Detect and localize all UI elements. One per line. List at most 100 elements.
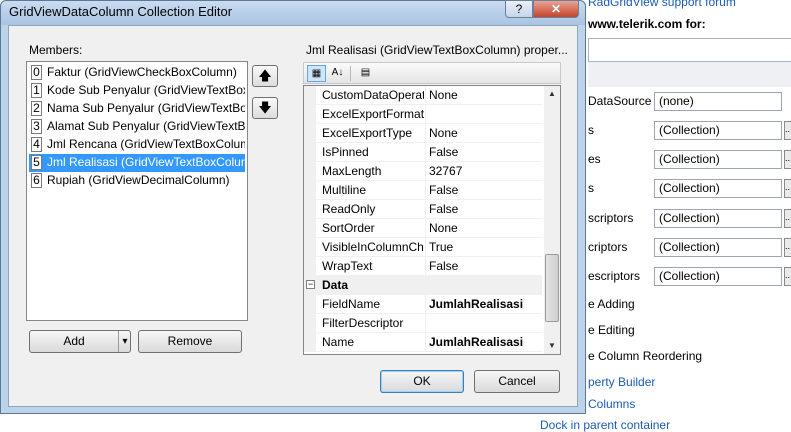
property-value[interactable]: JumlahRealisasi bbox=[429, 335, 523, 349]
support-forum-link[interactable]: RadGridView support forum bbox=[588, 0, 736, 9]
row-gutter bbox=[304, 105, 316, 124]
move-down-button[interactable]: 🡇 bbox=[252, 97, 278, 119]
ellipsis-button[interactable]: ... bbox=[784, 179, 791, 198]
category-data[interactable]: − Data bbox=[304, 276, 542, 295]
scroll-down-icon[interactable]: ▼ bbox=[544, 338, 560, 354]
row-gutter bbox=[304, 238, 316, 257]
property-name: ExcelExportType bbox=[322, 126, 413, 140]
column-separator bbox=[425, 295, 426, 314]
collection-field[interactable]: (Collection) bbox=[654, 267, 782, 286]
property-builder-link[interactable]: perty Builder bbox=[588, 375, 655, 389]
add-label: Add bbox=[63, 334, 85, 348]
members-list[interactable]: 0 Faktur (GridViewCheckBoxColumn) 1 Kode… bbox=[26, 61, 248, 321]
property-value[interactable]: False bbox=[429, 202, 458, 216]
collection-field[interactable]: (Collection) bbox=[654, 150, 782, 169]
property-value[interactable]: False bbox=[429, 183, 458, 197]
property-value[interactable]: JumlahRealisasi bbox=[429, 297, 523, 311]
ok-button[interactable]: OK bbox=[380, 370, 464, 393]
property-grid[interactable]: CustomDataOperation None ExcelExportForm… bbox=[303, 85, 561, 355]
column-separator bbox=[425, 124, 426, 143]
member-index: 1 bbox=[31, 83, 42, 98]
cancel-button[interactable]: Cancel bbox=[474, 370, 560, 393]
scroll-up-icon[interactable]: ▲ bbox=[544, 86, 560, 102]
collection-field[interactable]: (Collection) bbox=[654, 179, 782, 198]
category-name: Data bbox=[322, 278, 349, 292]
property-row[interactable]: WrapText False bbox=[304, 257, 542, 276]
ellipsis-button[interactable]: ... bbox=[784, 209, 791, 228]
option-editing[interactable]: e Editing bbox=[588, 323, 635, 337]
property-value[interactable]: None bbox=[429, 88, 458, 102]
property-value[interactable]: 32767 bbox=[429, 164, 462, 178]
arrow-up-icon: 🡅 bbox=[258, 68, 272, 83]
row-gutter bbox=[304, 219, 316, 238]
collection-field[interactable]: (Collection) bbox=[654, 121, 782, 140]
property-value[interactable]: None bbox=[429, 221, 458, 235]
property-grid-scrollbar[interactable]: ▲ ▼ bbox=[544, 86, 560, 354]
property-value[interactable]: True bbox=[429, 240, 453, 254]
property-row[interactable]: ReadOnly False bbox=[304, 200, 542, 219]
property-value[interactable]: None bbox=[429, 126, 458, 140]
help-button[interactable]: ? bbox=[505, 0, 533, 18]
property-row[interactable]: ExcelExportType None bbox=[304, 124, 542, 143]
columns-link[interactable]: Columns bbox=[588, 397, 635, 411]
property-row[interactable]: Name JumlahRealisasi bbox=[304, 333, 542, 352]
member-item[interactable]: 0 Faktur (GridViewCheckBoxColumn) bbox=[29, 64, 245, 82]
row-gutter bbox=[304, 295, 316, 314]
column-separator bbox=[425, 143, 426, 162]
property-name: WrapText bbox=[322, 259, 373, 273]
member-item[interactable]: 4 Jml Rencana (GridViewTextBoxColumn) bbox=[29, 136, 245, 154]
ellipsis-button[interactable]: ... bbox=[784, 150, 791, 169]
property-label-datasource: DataSource bbox=[588, 94, 652, 108]
ellipsis-button[interactable]: ... bbox=[784, 267, 791, 286]
property-name: SortOrder bbox=[322, 221, 375, 235]
property-name: IsPinned bbox=[322, 145, 369, 159]
search-box[interactable] bbox=[588, 38, 791, 62]
member-item-selected[interactable]: 5 Jml Realisasi (GridViewTextBoxColumn) bbox=[29, 154, 245, 172]
property-row[interactable]: Multiline False bbox=[304, 181, 542, 200]
property-row[interactable]: FilterDescriptor bbox=[304, 314, 542, 333]
scroll-thumb[interactable] bbox=[545, 254, 559, 322]
column-separator bbox=[425, 105, 426, 124]
option-column-reordering[interactable]: e Column Reordering bbox=[588, 349, 702, 363]
close-button[interactable]: ✕ bbox=[533, 0, 579, 18]
row-gutter bbox=[304, 333, 316, 352]
property-label: s bbox=[588, 181, 594, 195]
member-text: Kode Sub Penyalur (GridViewTextBoxColumn… bbox=[47, 83, 245, 97]
property-pages-icon[interactable]: ▤ bbox=[356, 65, 375, 82]
collapse-icon[interactable]: − bbox=[306, 280, 315, 289]
member-item[interactable]: 3 Alamat Sub Penyalur (GridViewTextBoxCo… bbox=[29, 118, 245, 136]
collection-field[interactable]: (Collection) bbox=[654, 238, 782, 257]
member-item[interactable]: 2 Nama Sub Penyalur (GridViewTextBoxColu… bbox=[29, 100, 245, 118]
column-separator bbox=[425, 333, 426, 352]
column-separator bbox=[425, 219, 426, 238]
property-row[interactable]: VisibleInColumnChooser True bbox=[304, 238, 542, 257]
property-row[interactable]: IsPinned False bbox=[304, 143, 542, 162]
ellipsis-button[interactable]: ... bbox=[784, 238, 791, 257]
remove-button[interactable]: Remove bbox=[138, 330, 242, 353]
add-dropdown-icon[interactable]: ▾ bbox=[118, 331, 131, 352]
property-label: escriptors bbox=[588, 269, 641, 283]
property-row[interactable]: FieldName JumlahRealisasi bbox=[304, 295, 542, 314]
dialog-titlebar[interactable]: GridViewDataColumn Collection Editor ? ✕ bbox=[1, 0, 585, 25]
property-row[interactable]: SortOrder None bbox=[304, 219, 542, 238]
collection-field[interactable]: (Collection) bbox=[654, 209, 782, 228]
property-name: CustomDataOperation bbox=[322, 88, 424, 102]
property-row[interactable]: ExcelExportFormatString bbox=[304, 105, 542, 124]
alphabetical-icon[interactable]: A↓ bbox=[328, 65, 347, 82]
property-row[interactable]: CustomDataOperation None bbox=[304, 86, 542, 105]
move-up-button[interactable]: 🡅 bbox=[252, 65, 278, 87]
member-item[interactable]: 6 Rupiah (GridViewDecimalColumn) bbox=[29, 172, 245, 190]
property-value-datasource[interactable]: (none) bbox=[654, 92, 782, 111]
row-gutter bbox=[304, 86, 316, 105]
arrow-down-icon: 🡇 bbox=[258, 100, 272, 115]
ellipsis-button[interactable]: ... bbox=[784, 121, 791, 140]
add-button[interactable]: Add ▾ bbox=[29, 330, 131, 353]
property-value[interactable]: False bbox=[429, 259, 458, 273]
categorized-icon[interactable]: ▦ bbox=[307, 65, 326, 82]
property-value[interactable]: False bbox=[429, 145, 458, 159]
property-name: Multiline bbox=[322, 183, 367, 197]
option-adding[interactable]: e Adding bbox=[588, 297, 635, 311]
property-row[interactable]: MaxLength 32767 bbox=[304, 162, 542, 181]
dock-link[interactable]: Dock in parent container bbox=[540, 418, 670, 432]
member-item[interactable]: 1 Kode Sub Penyalur (GridViewTextBoxColu… bbox=[29, 82, 245, 100]
